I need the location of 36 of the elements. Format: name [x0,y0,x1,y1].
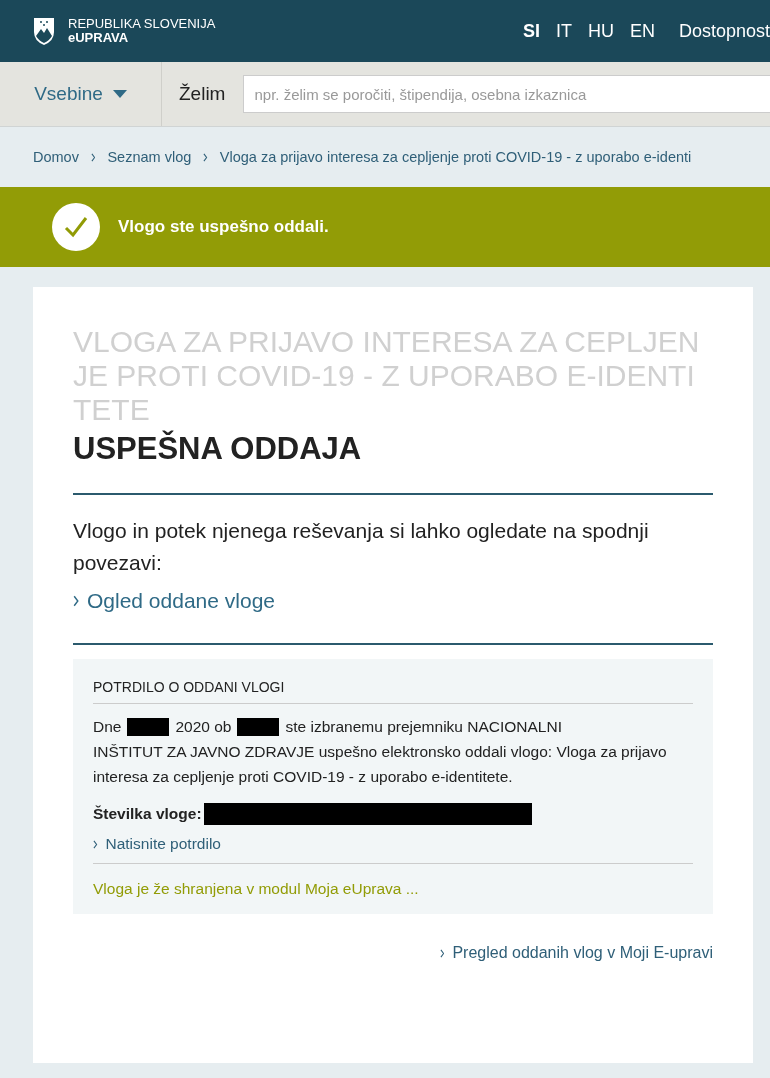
redaction-bar [127,717,170,736]
coat-of-arms-icon [32,16,56,46]
receipt-text: Dne [93,717,122,737]
number-label: Številka vloge: [93,805,202,823]
language-link[interactable]: SI [522,20,540,42]
language-link[interactable]: EN [629,20,655,42]
chevron-icon [439,948,445,958]
breadcrumb-link[interactable]: Domov [33,149,79,165]
check-icon [52,203,100,251]
breadcrumb-link[interactable]: Vloga za prijavo interesa za cepljenje proti COVID-19 - z uporabo e-identi [219,149,692,165]
receipt-text: INŠTITUT ZA JAVNO ZDRAVJE uspešno elektronsko oddali vlogo: Vloga za prijavo interesa za cepljenje proti COVID-19 - z uporabo e-identitete. [93,742,668,787]
chevron-icon [90,152,96,162]
language-link[interactable]: IT [555,20,572,42]
redaction-bar [237,717,280,736]
intro-text: Vlogo in potek njenega reševanja si lahko ogledate na spodnji povezavi: [73,518,650,576]
chevron-icon [203,152,208,162]
page-heading: USPEŠNA ODDAJA [73,431,363,467]
receipt-text: ste izbranemu prejemniku NACIONALNI [285,717,562,737]
print-link[interactable]: Natisnite potrdilo [105,835,221,853]
brand-subtitle: eUPRAVA [68,31,130,45]
chevron-icon [73,595,79,607]
success-message: Vlogo ste uspešno oddali. [118,217,329,237]
caret-icon [112,90,127,98]
chevron-icon [93,839,98,849]
view-link[interactable]: Ogled oddane vloge [87,589,275,613]
receipt-title: POTRDILO O ODDANI VLOGI [93,679,693,704]
search-field[interactable]: npr. želim se poročiti, štipendija, osebna izkaznica [243,75,770,113]
overview-link[interactable]: Pregled oddanih vlog v Moji E-upravi [452,944,713,962]
accessibility-link[interactable]: Dostopnost [678,20,770,42]
saved-note: Vloga je že shranjena v modul Moja eUprava ... [93,880,420,898]
menu-button[interactable]: Vsebine [0,62,162,126]
search-label: Želim [179,83,226,105]
brand-name: REPUBLIKA SLOVENIJA [68,17,216,31]
language-link[interactable]: HU [587,20,614,42]
breadcrumb-link[interactable]: Seznam vlog [107,149,192,165]
receipt-text: 2020 ob [175,717,232,737]
